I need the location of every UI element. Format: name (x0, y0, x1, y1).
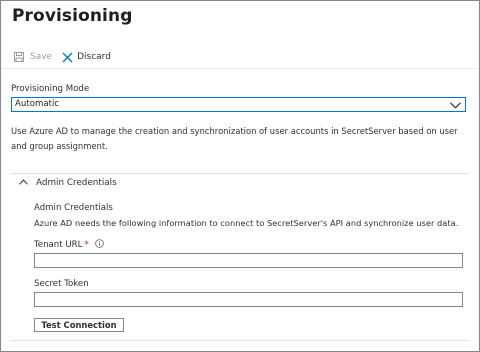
info-icon[interactable] (94, 239, 104, 251)
save-button[interactable]: Save (14, 52, 52, 62)
required-marker: * (84, 240, 89, 250)
provisioning-mode-value: Automatic (15, 99, 60, 109)
provisioning-mode-dropdown[interactable]: Automatic (11, 97, 466, 112)
save-label: Save (30, 52, 53, 62)
chevron-down-icon (450, 101, 461, 114)
admin-credentials-description: Azure AD needs the following information… (34, 218, 459, 228)
provisioning-mode-label: Provisioning Mode (11, 84, 90, 94)
tenant-url-label-row: Tenant URL * (34, 239, 104, 251)
section-divider-bottom (11, 340, 468, 341)
section-divider-top (11, 173, 468, 174)
save-icon (14, 52, 24, 62)
secret-token-input[interactable] (34, 292, 463, 307)
tenant-url-input[interactable] (34, 253, 463, 268)
close-icon (62, 52, 73, 63)
discard-button[interactable]: Discard (62, 52, 111, 63)
toolbar-divider (1, 68, 478, 69)
tenant-url-label: Tenant URL (34, 240, 83, 250)
admin-credentials-subtitle: Admin Credentials (34, 203, 113, 213)
admin-credentials-section-title: Admin Credentials (36, 178, 117, 188)
admin-credentials-section-toggle[interactable]: Admin Credentials (19, 178, 117, 188)
chevron-up-icon (19, 178, 28, 188)
test-connection-button[interactable]: Test Connection (34, 318, 124, 332)
discard-label: Discard (77, 52, 111, 62)
secret-token-label: Secret Token (34, 279, 89, 289)
more-options-button[interactable]: ··· (116, 8, 127, 21)
page-title: Provisioning (12, 6, 133, 26)
provisioning-description: Use Azure AD to manage the creation and … (11, 126, 458, 151)
command-bar: Save Discard (14, 48, 121, 66)
